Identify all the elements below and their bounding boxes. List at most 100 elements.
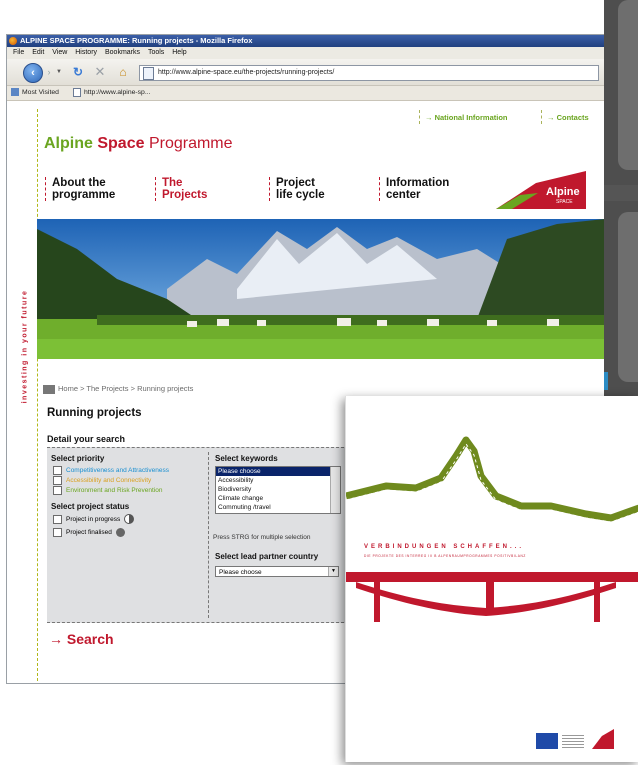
status-option-finalised[interactable]: Project finalised	[53, 528, 125, 537]
background-shape	[618, 212, 638, 382]
priority-option-environment[interactable]: Environment and Risk Prevention	[53, 486, 162, 495]
checkbox[interactable]	[53, 486, 62, 495]
breadcrumb: Home > The Projects > Running projects	[43, 384, 193, 394]
alpine-space-logo[interactable]: Alpine SPACE	[490, 169, 588, 211]
keyword-option[interactable]: Biodiversity	[216, 485, 340, 494]
arrow-icon: →	[425, 113, 433, 122]
country-heading: Select lead partner country	[215, 552, 319, 561]
bookmark-alpine-space[interactable]: http://www.alpine-sp...	[73, 86, 151, 100]
window-title: ALPINE SPACE PROGRAMME: Running projects…	[20, 36, 253, 45]
breadcrumb-text[interactable]: Home > The Projects > Running projects	[58, 384, 193, 393]
menu-tools[interactable]: Tools	[148, 47, 164, 59]
eu-text-block	[562, 733, 584, 749]
link-label: National Information	[434, 113, 508, 122]
menu-help[interactable]: Help	[172, 47, 186, 59]
home-icon: ⌂	[119, 65, 127, 79]
national-information-link[interactable]: → National Information	[419, 110, 508, 124]
priority-option-competitiveness[interactable]: Competitiveness and Attractiveness	[53, 466, 169, 475]
site-logo[interactable]: Alpine Space Programme	[44, 135, 233, 153]
menu-history[interactable]: History	[75, 47, 97, 59]
home-button[interactable]: ⌂	[115, 64, 131, 80]
page-icon	[73, 87, 81, 97]
title-bar: ALPINE SPACE PROGRAMME: Running projects…	[7, 35, 605, 47]
background-accent	[604, 372, 608, 390]
reload-icon: ↻	[72, 65, 84, 79]
background-shape	[604, 185, 638, 201]
menu-file[interactable]: File	[13, 47, 24, 59]
chevron-down-icon: ▼	[328, 567, 338, 576]
reload-button[interactable]: ↻	[71, 64, 85, 80]
status-option-in-progress[interactable]: Project in progress	[53, 514, 135, 524]
select-value: Please choose	[219, 569, 262, 576]
menu-view[interactable]: View	[52, 47, 67, 59]
back-button[interactable]: ‹	[23, 63, 43, 83]
address-bar[interactable]: http://www.alpine-space.eu/the-projects/…	[139, 65, 599, 81]
search-filter-panel: Select priority Competitiveness and Attr…	[47, 447, 349, 623]
nav-label: About the	[52, 177, 106, 189]
in-progress-icon	[124, 514, 135, 524]
checkbox[interactable]	[53, 476, 62, 485]
stop-icon: ✕	[94, 64, 106, 79]
brochure-cover: VERBINDUNGEN SCHAFFEN... DIE PROJEKTE DE…	[345, 396, 638, 762]
contacts-link[interactable]: → Contacts	[541, 110, 589, 124]
status-heading: Select project status	[51, 502, 130, 511]
home-icon[interactable]	[43, 384, 55, 394]
brochure-title: VERBINDUNGEN SCHAFFEN...	[364, 544, 525, 550]
bookmarks-icon	[11, 88, 19, 97]
arrow-icon: →	[547, 113, 555, 122]
nav-information-center[interactable]: Information center	[379, 177, 449, 201]
nav-project-life-cycle[interactable]: Project life cycle	[269, 177, 325, 201]
bookmark-most-visited[interactable]: Most Visited	[11, 86, 59, 100]
tagline-text: investing in your future	[21, 289, 29, 403]
keyword-option[interactable]: Please choose	[216, 467, 340, 476]
mountain-line	[346, 436, 638, 522]
arrow-icon: →	[49, 631, 63, 647]
background-panel	[604, 0, 638, 400]
logo-subword: SPACE	[556, 199, 573, 205]
option-label: Accessibility and Connectivity	[66, 477, 152, 484]
link-label: Contacts	[556, 113, 589, 122]
nav-label: life cycle	[276, 189, 325, 201]
keywords-listbox[interactable]: Please choose Accessibility Biodiversity…	[215, 466, 341, 514]
nav-about-programme[interactable]: About the programme	[45, 177, 115, 201]
bookmark-label: http://www.alpine-sp...	[84, 89, 151, 96]
listbox-scrollbar[interactable]	[330, 467, 340, 513]
nav-label: programme	[52, 189, 116, 201]
brochure-artwork	[346, 436, 638, 622]
bookmark-label: Most Visited	[22, 89, 59, 96]
bridge-pillar	[374, 582, 380, 622]
page-divider	[37, 109, 38, 681]
nav-label: Projects	[162, 189, 208, 201]
nav-label: The	[162, 177, 183, 189]
finalised-icon	[115, 528, 125, 537]
search-button[interactable]: → Search	[49, 631, 114, 647]
keyword-option[interactable]: Accessibility	[216, 476, 340, 485]
menu-bar: File Edit View History Bookmarks Tools H…	[7, 47, 605, 59]
bridge-deck	[346, 572, 638, 582]
stop-button[interactable]: ✕	[93, 64, 107, 80]
menu-edit[interactable]: Edit	[32, 47, 44, 59]
priority-option-accessibility[interactable]: Accessibility and Connectivity	[53, 476, 151, 485]
hero-landscape-image	[37, 219, 605, 359]
logo-word: Alpine	[546, 186, 580, 198]
nav-label: center	[386, 189, 421, 201]
country-select[interactable]: Please choose ▼	[215, 566, 339, 577]
checkbox[interactable]	[53, 528, 62, 537]
tagline-vertical: investing in your future	[17, 271, 33, 421]
option-label: Competitiveness and Attractiveness	[66, 467, 169, 474]
keyword-option[interactable]: Climate change	[216, 494, 340, 503]
keyword-option[interactable]: Commuting /travel	[216, 503, 340, 512]
logo-word-programme: Programme	[148, 135, 233, 152]
url-text: http://www.alpine-space.eu/the-projects/…	[158, 69, 335, 76]
divider	[541, 110, 542, 124]
nav-the-projects[interactable]: The Projects	[155, 177, 207, 201]
checkbox[interactable]	[53, 466, 62, 475]
nav-label: Project	[276, 177, 315, 189]
history-dropdown-button[interactable]: ▼	[55, 67, 63, 77]
option-label: Environment and Risk Prevention	[66, 487, 163, 494]
checkbox[interactable]	[53, 514, 62, 524]
divider	[419, 110, 420, 124]
menu-bookmarks[interactable]: Bookmarks	[105, 47, 140, 59]
brochure-subtitle: DIE PROJEKTE DES INTERREG III B ALPENRAU…	[364, 554, 526, 558]
firefox-icon	[9, 37, 17, 45]
